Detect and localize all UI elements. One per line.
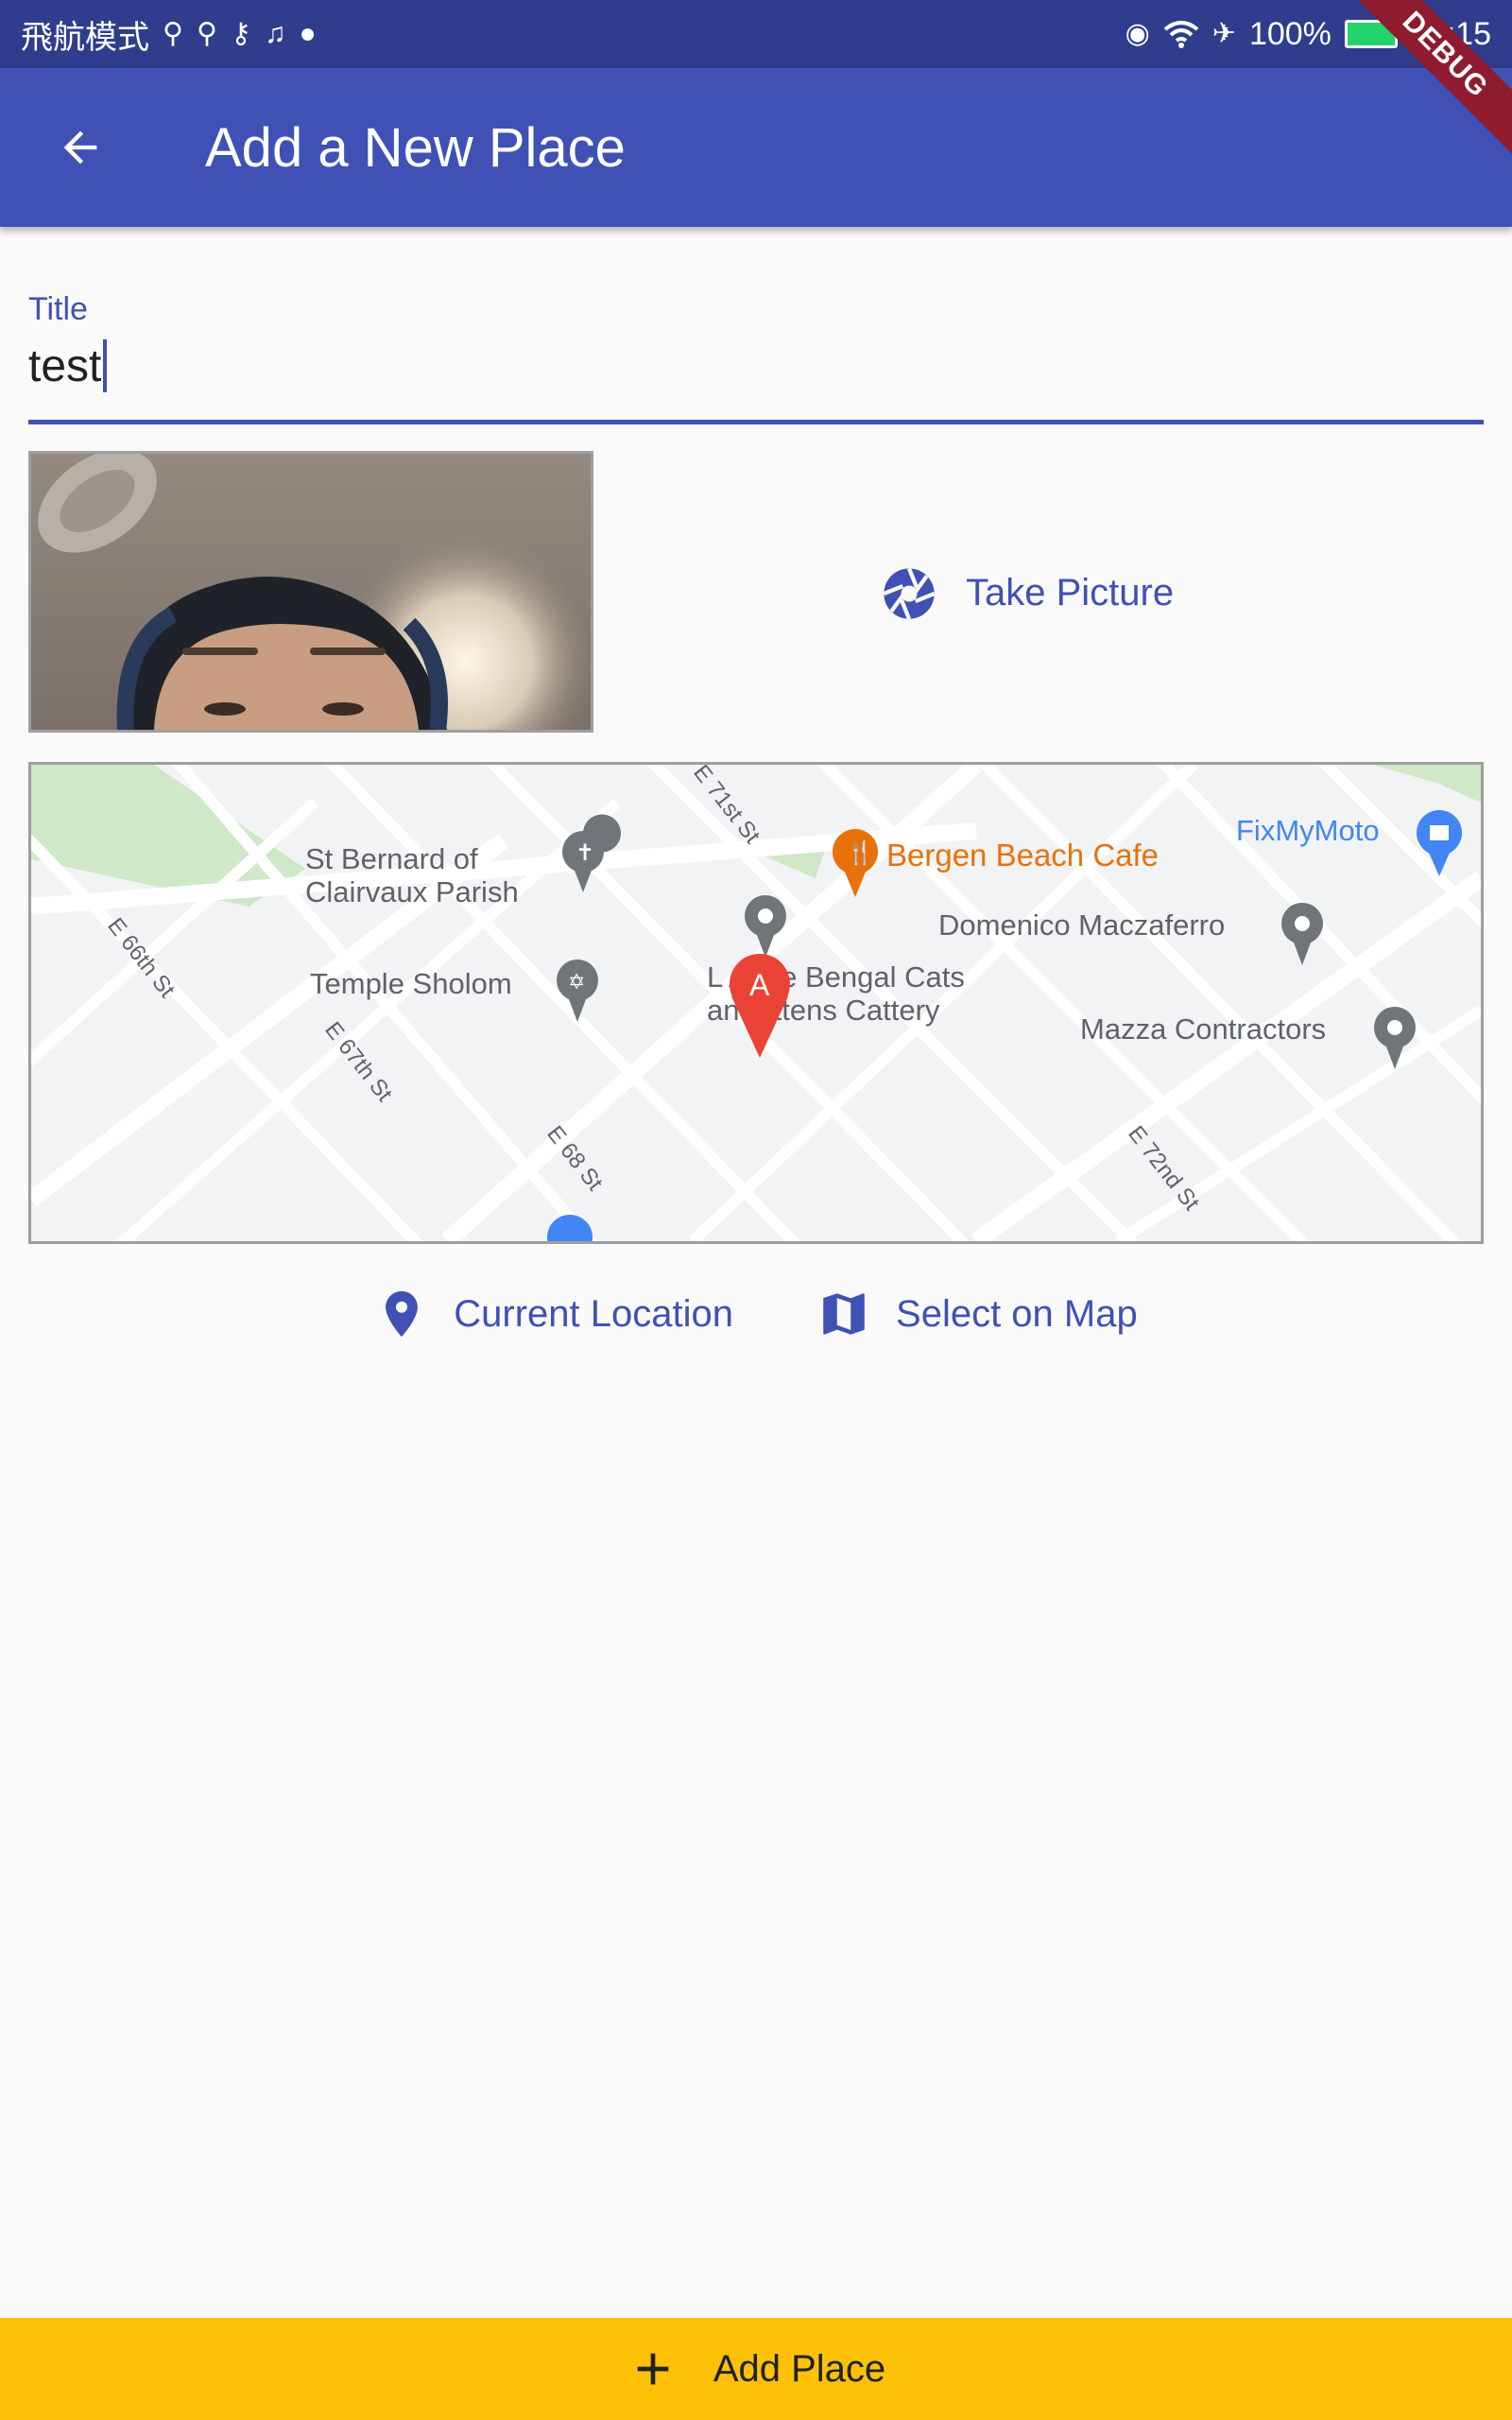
page-title: Add a New Place [205,116,626,179]
map-label: Bergen Beach Cafe [886,838,1159,873]
key-icon: ⚷ [230,18,251,49]
back-button[interactable] [33,100,128,195]
usb-icon: ⚲ [196,18,217,49]
usb-icon: ⚲ [163,18,183,49]
map-label: Temple Sholom [310,967,512,1000]
svg-text:🍴: 🍴 [846,839,874,866]
photo-preview [28,451,593,733]
title-underline [28,420,1484,424]
select-on-map-button[interactable]: Select on Map [816,1287,1138,1341]
text-cursor [103,339,108,392]
location-actions: Current Location Select on Map [0,1267,1512,1361]
camera-shutter-icon [883,567,936,619]
map-icon [823,1293,865,1335]
current-location-label: Current Location [454,1292,734,1335]
current-location-button[interactable]: Current Location [374,1285,733,1343]
location-pin-icon [386,1290,419,1338]
map-label: FixMyMoto [1236,814,1380,847]
keyhole-icon: ● [299,18,317,49]
svg-text:✡: ✡ [568,970,585,994]
take-picture-button[interactable]: Take Picture [879,548,1174,638]
status-carrier: 飛航模式 [21,19,149,56]
battery-percent: 100% [1248,15,1332,52]
title-input[interactable]: test [28,333,108,399]
app-bar: Add a New Place [0,68,1512,227]
title-label: Title [28,291,88,327]
plus-icon [637,2353,669,2385]
map-label: Domenico Maczaferro [938,908,1225,942]
marker-label: A [749,968,770,1002]
map-label: Mazza Contractors [1080,1012,1326,1046]
title-input-value[interactable]: test [28,340,101,392]
take-picture-label: Take Picture [966,572,1175,614]
add-place-button[interactable]: Add Place [0,2318,1512,2420]
map-label: Clairvaux Parish [305,875,519,908]
map-label: St Bernard of [305,842,478,875]
music-icon: ♫ [264,18,286,49]
map-preview: St Bernard of Clairvaux Parish ✝ 🍴 Berge… [28,762,1484,1244]
photo-image [31,454,591,730]
add-place-label: Add Place [713,2347,886,2390]
status-bar: 飛航模式 ⚲ ⚲ ⚷ ♫ ● ◉ ✈ 100% 09:15 [0,0,1512,68]
eye-icon: ◉ [1125,18,1150,49]
title-field[interactable]: Title test [28,284,1484,425]
select-on-map-label: Select on Map [896,1292,1138,1335]
status-left: 飛航模式 ⚲ ⚲ ⚷ ♫ ● [21,11,317,58]
airplane-icon: ✈ [1211,18,1236,49]
arrow-back-icon [63,130,97,164]
wifi-icon [1163,21,1199,48]
svg-text:✝: ✝ [576,840,594,866]
map-image: St Bernard of Clairvaux Parish ✝ 🍴 Berge… [31,765,1481,1241]
